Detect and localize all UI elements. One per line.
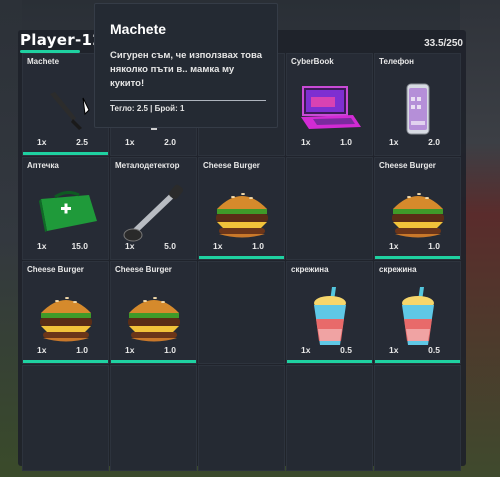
slot-quantity: 1x bbox=[213, 241, 223, 251]
burger-icon bbox=[391, 192, 444, 238]
player-name: Player-12 bbox=[20, 31, 103, 49]
slot-quantity: 1x bbox=[301, 345, 311, 355]
slot-name: Телефон bbox=[379, 57, 414, 66]
smoothie-icon bbox=[401, 286, 434, 345]
slot-durability-bar bbox=[111, 360, 196, 363]
slot-weight: 0.5 bbox=[428, 345, 440, 355]
inventory-slot-first-aid[interactable]: Аптечка 1x 15.0 bbox=[22, 157, 109, 260]
burger-icon bbox=[39, 296, 92, 342]
laptop-icon bbox=[300, 85, 361, 129]
slot-weight: 1.0 bbox=[76, 345, 88, 355]
slot-weight: 2.0 bbox=[428, 137, 440, 147]
slot-weight: 5.0 bbox=[164, 241, 176, 251]
weight-total: 33.5/250 bbox=[424, 38, 463, 49]
inventory-slot-cyberbook[interactable]: CyberBook 1x 1.0 bbox=[286, 53, 373, 156]
inventory-slot-smoothie[interactable]: скрежина 1x 0.5 bbox=[374, 261, 461, 364]
first-aid-kit-icon bbox=[38, 190, 97, 232]
burger-icon bbox=[215, 192, 268, 238]
slot-durability-bar bbox=[23, 360, 108, 363]
tooltip-description: Сигурен съм, че използвах това няколко п… bbox=[110, 50, 262, 89]
slot-quantity: 1x bbox=[389, 137, 399, 147]
burger-icon bbox=[127, 296, 180, 342]
slot-weight: 2.0 bbox=[164, 137, 176, 147]
inventory-slot-empty[interactable] bbox=[198, 261, 285, 364]
slot-name: Cheese Burger bbox=[203, 161, 260, 170]
item-tooltip: Machete Сигурен съм, че използвах това н… bbox=[94, 3, 278, 128]
slot-quantity: 1x bbox=[125, 137, 135, 147]
tooltip-meta: Тегло: 2.5 | Брой: 1 bbox=[110, 104, 185, 113]
inventory-slot-cheese-burger[interactable]: Cheese Burger 1x 1.0 bbox=[374, 157, 461, 260]
slot-name: Machete bbox=[27, 57, 60, 66]
slot-name: скрежина bbox=[291, 265, 329, 274]
inventory-slot-cheese-burger[interactable]: Cheese Burger 1x 1.0 bbox=[22, 261, 109, 364]
inventory-slot-metal-detector[interactable]: Металодетектор 1x 5.0 bbox=[110, 157, 197, 260]
slot-weight: 1.0 bbox=[428, 241, 440, 251]
slot-quantity: 1x bbox=[389, 241, 399, 251]
tooltip-divider bbox=[110, 100, 266, 101]
slot-durability-bar bbox=[375, 360, 460, 363]
inventory-slot-phone[interactable]: Телефон 1x 2.0 bbox=[374, 53, 461, 156]
slot-weight: 1.0 bbox=[340, 137, 352, 147]
slot-name: Металодетектор bbox=[115, 161, 180, 170]
inventory-slot-empty[interactable] bbox=[110, 365, 197, 471]
slot-durability-bar bbox=[199, 256, 284, 259]
slot-quantity: 1x bbox=[37, 345, 47, 355]
slot-quantity: 1x bbox=[389, 345, 399, 355]
background-right bbox=[460, 0, 500, 477]
inventory-slot-smoothie[interactable]: скрежина 1x 0.5 bbox=[286, 261, 373, 364]
slot-quantity: 1x bbox=[37, 241, 47, 251]
slot-quantity: 1x bbox=[37, 137, 47, 147]
slot-weight: 1.0 bbox=[252, 241, 264, 251]
inventory-slot-cheese-burger[interactable]: Cheese Burger 1x 1.0 bbox=[110, 261, 197, 364]
inventory-slot-cheese-burger[interactable]: Cheese Burger 1x 1.0 bbox=[198, 157, 285, 260]
slot-name: Cheese Burger bbox=[27, 265, 84, 274]
inventory-slot-empty[interactable] bbox=[22, 365, 109, 471]
inventory-slot-empty[interactable] bbox=[374, 365, 461, 471]
inventory-slot-empty[interactable] bbox=[198, 365, 285, 471]
tooltip-title: Machete bbox=[110, 21, 167, 37]
slot-durability-bar bbox=[23, 152, 108, 155]
inventory-slot-empty[interactable] bbox=[286, 157, 373, 260]
slot-quantity: 1x bbox=[125, 241, 135, 251]
slot-quantity: 1x bbox=[125, 345, 135, 355]
machete-icon bbox=[49, 91, 90, 130]
slot-weight: 1.0 bbox=[164, 345, 176, 355]
slot-weight: 2.5 bbox=[76, 137, 88, 147]
slot-weight: 15.0 bbox=[71, 241, 88, 251]
slot-name: CyberBook bbox=[291, 57, 334, 66]
slot-name: Аптечка bbox=[27, 161, 59, 170]
slot-weight: 0.5 bbox=[340, 345, 352, 355]
phone-icon bbox=[406, 83, 429, 135]
metal-detector-icon bbox=[123, 184, 183, 242]
inventory-slot-empty[interactable] bbox=[286, 365, 373, 471]
slot-name: Cheese Burger bbox=[379, 161, 436, 170]
smoothie-icon bbox=[313, 286, 346, 345]
slot-durability-bar bbox=[287, 360, 372, 363]
slot-name: скрежина bbox=[379, 265, 417, 274]
slot-name: Cheese Burger bbox=[115, 265, 172, 274]
slot-quantity: 1x bbox=[301, 137, 311, 147]
slot-durability-bar bbox=[375, 256, 460, 259]
